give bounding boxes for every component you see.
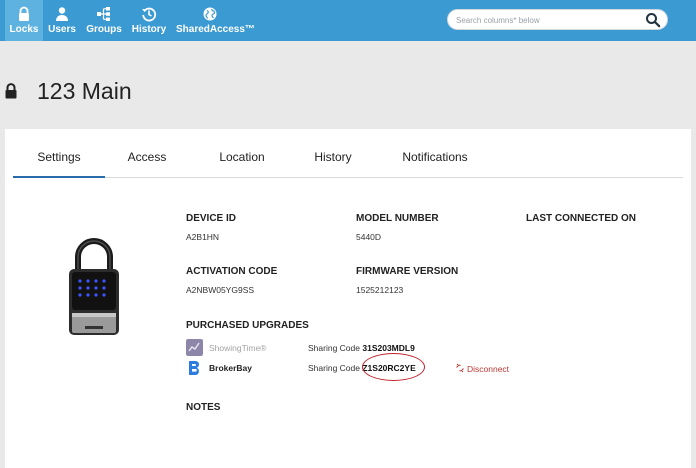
sharing-code-label: Sharing Code (308, 343, 360, 353)
tab-access[interactable]: Access (117, 143, 177, 178)
firmware-version-value: 1525212123 (356, 285, 404, 295)
activation-code-label: ACTIVATION CODE (186, 266, 278, 277)
groups-icon (97, 7, 110, 21)
page-title: 123 Main (37, 78, 132, 104)
search-input[interactable] (456, 13, 636, 27)
sharing-code-label: Sharing Code (308, 363, 360, 373)
lock-icon (19, 6, 29, 21)
tab-notifications[interactable]: Notifications (394, 143, 476, 178)
tab-location[interactable]: Location (209, 143, 275, 178)
disconnect-button[interactable]: Disconnect (455, 363, 509, 374)
globe-icon (203, 7, 217, 21)
device-id-label: DEVICE ID (186, 213, 237, 224)
nav-label-groups: Groups (86, 24, 122, 35)
nav-label-history: History (131, 24, 167, 35)
last-connected-label: LAST CONNECTED ON (526, 213, 636, 224)
user-icon (56, 7, 68, 21)
tab-settings[interactable]: Settings (13, 143, 105, 178)
nav-item-users[interactable]: Users (46, 0, 78, 41)
tab-bar: Settings Access Location History Notific… (13, 143, 683, 178)
search-box (447, 9, 668, 30)
unlink-icon (456, 363, 464, 373)
search-icon[interactable] (645, 12, 661, 28)
nav-label-users: Users (48, 24, 76, 35)
nav-label-sharedaccess: SharedAccess™ (176, 24, 255, 35)
brokerbay-name: BrokerBay (209, 363, 252, 373)
title-lock-icon (5, 83, 17, 99)
showingtime-name: ShowingTime® (209, 343, 267, 353)
history-icon (142, 7, 157, 22)
model-number-value: 5440D (356, 232, 382, 242)
notes-label: NOTES (186, 402, 221, 413)
tab-history[interactable]: History (303, 143, 363, 178)
showingtime-sharing-code: 31S203MDL9 (362, 343, 415, 353)
annotation-circle (362, 353, 425, 381)
nav-label-locks: Locks (9, 24, 39, 35)
nav-item-locks[interactable]: Locks (5, 0, 43, 41)
activation-code-value: A2NBW05YG9SS (186, 285, 255, 295)
brokerbay-icon (189, 360, 200, 375)
nav-item-history[interactable]: History (131, 0, 167, 41)
device-id-value: A2B1HN (186, 232, 220, 242)
showingtime-sharing: Sharing Code 31S203MDL9 (308, 343, 415, 353)
disconnect-label: Disconnect (467, 364, 510, 374)
lockbox-device-image (69, 238, 119, 335)
model-number-label: MODEL NUMBER (356, 213, 439, 224)
nav-item-sharedaccess[interactable]: SharedAccess™ (176, 0, 255, 41)
lock-details-card: Settings Access Location History Notific… (5, 129, 691, 468)
showingtime-icon (186, 339, 203, 356)
nav-item-groups[interactable]: Groups (86, 0, 122, 41)
firmware-version-label: FIRMWARE VERSION (356, 266, 459, 277)
purchased-upgrades-label: PURCHASED UPGRADES (186, 320, 309, 331)
top-navigation-bar: Locks Users Groups History SharedAccess™… (0, 0, 696, 41)
